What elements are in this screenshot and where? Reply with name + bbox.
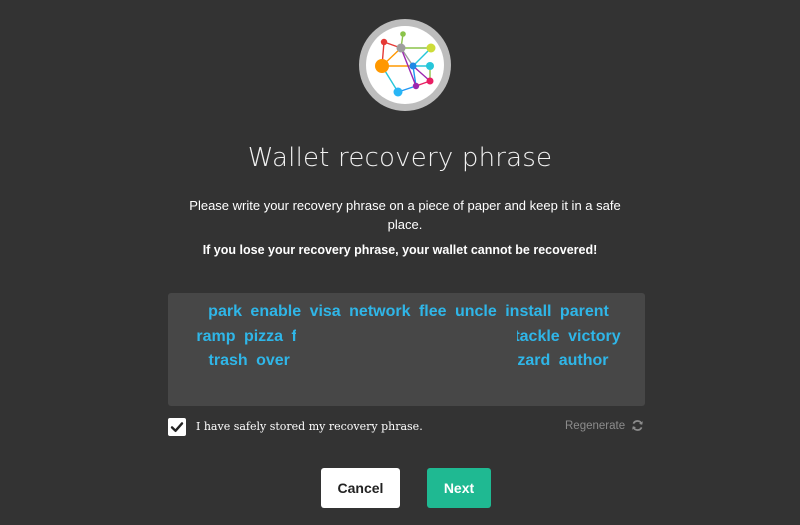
instructions-text: Please write your recovery phrase on a p… bbox=[189, 198, 621, 232]
phrase-word: zard bbox=[517, 352, 551, 369]
regenerate-button[interactable]: Regenerate bbox=[565, 419, 644, 432]
phrase-word: over bbox=[256, 352, 290, 369]
phrase-word: parent bbox=[559, 303, 609, 320]
phrase-word: park bbox=[208, 303, 242, 320]
phrase-word: author bbox=[558, 352, 609, 369]
phrase-word: tackle bbox=[514, 327, 560, 345]
confirm-stored-row: I have safely stored my recovery phrase. bbox=[168, 418, 423, 436]
cancel-button[interactable]: Cancel bbox=[321, 468, 400, 508]
regenerate-label: Regenerate bbox=[565, 419, 626, 432]
phrase-word: trash bbox=[208, 352, 248, 369]
next-button[interactable]: Next bbox=[427, 468, 491, 508]
warning-text: If you lose your recovery phrase, your w… bbox=[202, 243, 598, 257]
confirm-stored-label: I have safely stored my recovery phrase. bbox=[196, 420, 423, 433]
refresh-icon bbox=[632, 420, 643, 431]
phrase-occlusion bbox=[296, 321, 517, 391]
confirm-stored-checkbox[interactable] bbox=[168, 418, 186, 436]
phrase-word: pizza bbox=[243, 327, 284, 345]
checkmark-icon bbox=[170, 422, 184, 432]
phrase-word: enable bbox=[250, 303, 302, 320]
phrase-word: ramp bbox=[196, 327, 236, 345]
page-title: Wallet recovery phrase bbox=[247, 143, 553, 173]
recovery-phrase-box: park enable visa network flee uncle inst… bbox=[168, 293, 645, 406]
wallet-network-logo-icon bbox=[357, 17, 453, 113]
phrase-word: victory bbox=[568, 327, 621, 345]
